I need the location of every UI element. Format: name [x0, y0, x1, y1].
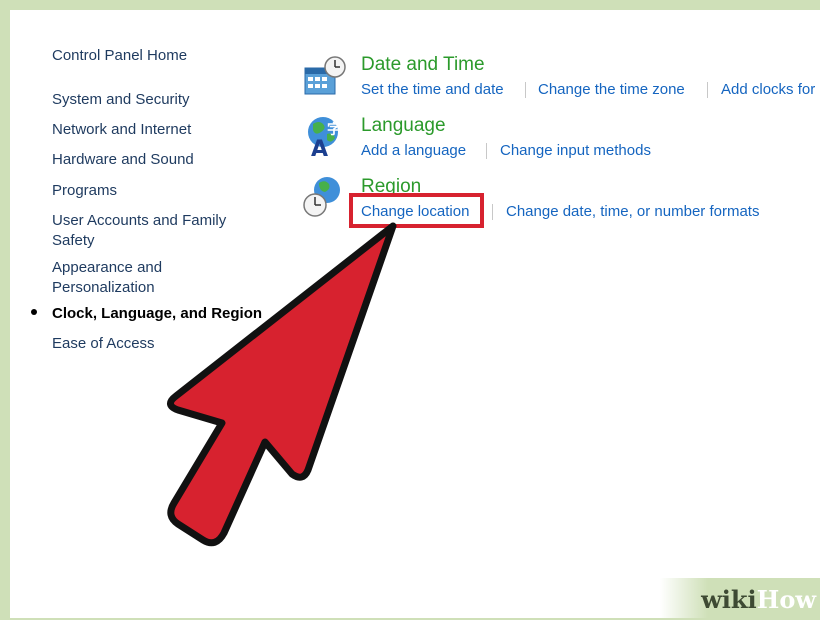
task-separator: [486, 143, 487, 159]
screenshot-frame: Control Panel Home System and Security N…: [0, 0, 820, 620]
sidebar-item-programs[interactable]: Programs: [52, 181, 267, 201]
sidebar-item-appearance[interactable]: Appearance and Personalization: [52, 258, 182, 298]
sidebar-item-user-accounts[interactable]: User Accounts and Family Safety: [52, 211, 242, 251]
language-globe-icon: A 字: [308, 117, 341, 158]
task-separator: [492, 204, 493, 220]
category-title-language[interactable]: Language: [361, 115, 446, 137]
sidebar-item-clock-language-region[interactable]: Clock, Language, and Region: [52, 304, 267, 324]
task-change-time-zone[interactable]: Change the time zone: [538, 81, 685, 98]
region-globe-clock-icon: [303, 177, 340, 217]
task-add-clocks[interactable]: Add clocks for: [721, 81, 815, 98]
svg-text:字: 字: [327, 121, 341, 138]
sidebar-item-hardware-and-sound[interactable]: Hardware and Sound: [52, 150, 267, 170]
svg-text:A: A: [311, 137, 328, 158]
active-bullet: [31, 309, 37, 315]
sidebar-item-network-and-internet[interactable]: Network and Internet: [52, 120, 267, 140]
task-change-formats[interactable]: Change date, time, or number formats: [506, 203, 759, 220]
sidebar: Control Panel Home System and Security N…: [10, 10, 290, 618]
task-add-a-language[interactable]: Add a language: [361, 142, 466, 159]
control-panel-window: Control Panel Home System and Security N…: [10, 10, 820, 618]
watermark-how: How: [756, 585, 816, 614]
highlight-box: [349, 193, 484, 228]
sidebar-item-control-panel-home[interactable]: Control Panel Home: [52, 46, 267, 66]
task-change-input-methods[interactable]: Change input methods: [500, 142, 651, 159]
watermark: wikiHow: [660, 578, 820, 618]
sidebar-item-ease-of-access[interactable]: Ease of Access: [52, 334, 267, 354]
watermark-text: wikiHow: [701, 585, 816, 614]
sidebar-item-system-and-security[interactable]: System and Security: [52, 90, 267, 110]
watermark-wiki: wiki: [701, 585, 757, 614]
calendar-clock-icon: [304, 56, 346, 95]
task-separator: [525, 82, 526, 98]
task-separator: [707, 82, 708, 98]
task-set-time-and-date[interactable]: Set the time and date: [361, 81, 504, 98]
category-title-date-and-time[interactable]: Date and Time: [361, 54, 485, 76]
